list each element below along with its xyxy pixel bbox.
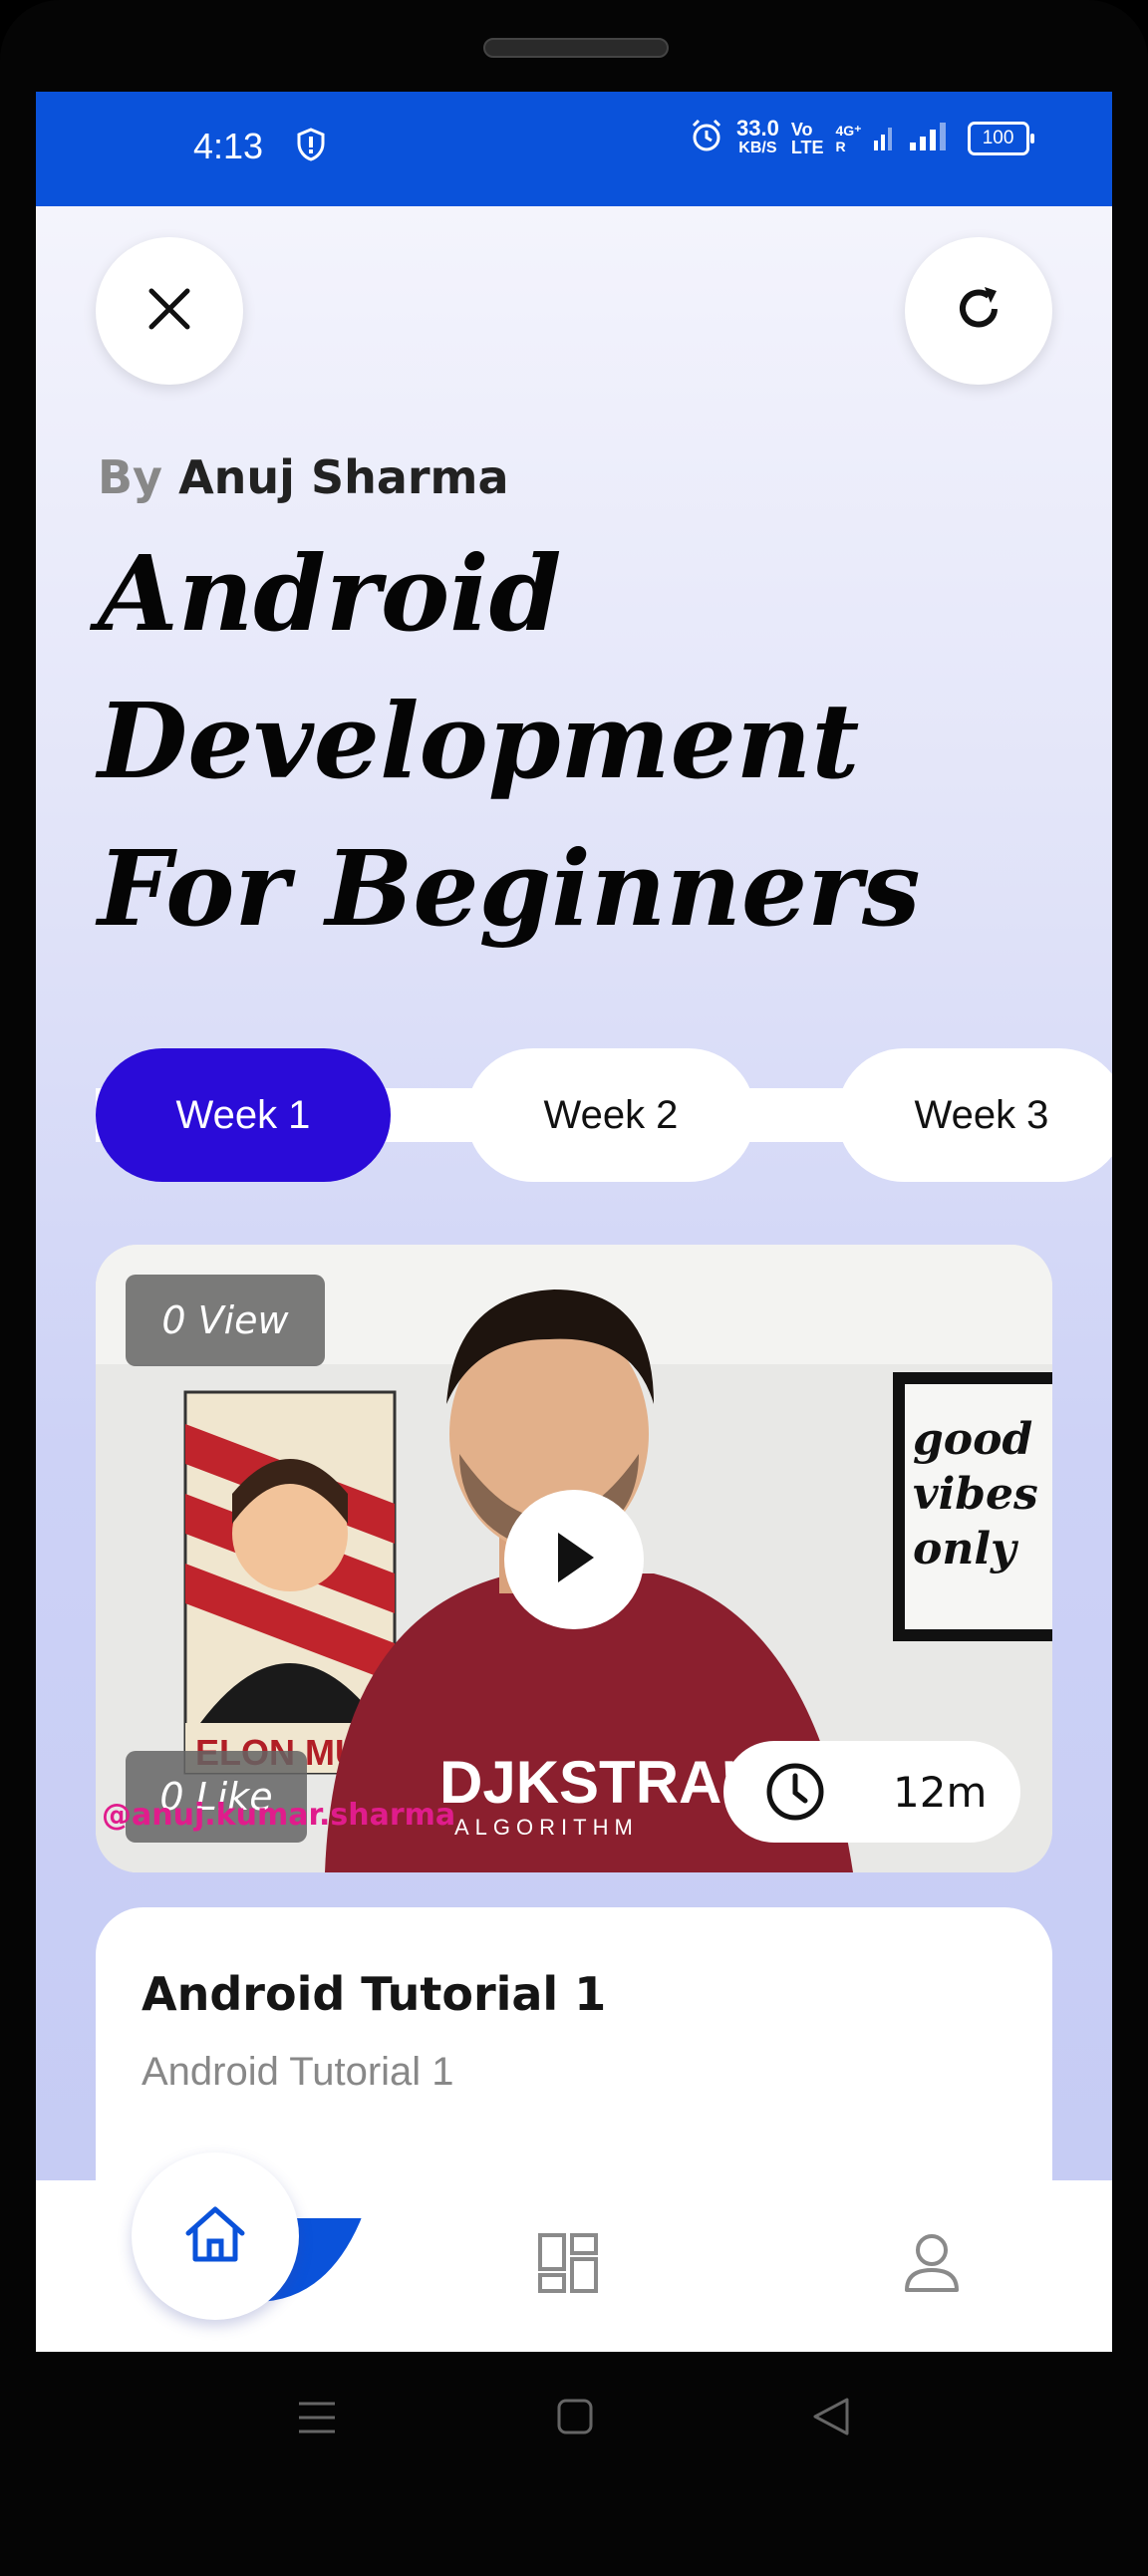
back-icon[interactable] (811, 2396, 851, 2441)
play-icon (548, 1529, 600, 1590)
home-square-icon[interactable] (556, 2398, 594, 2439)
network-speed-unit: KB/S (738, 139, 777, 156)
network-speed-value: 33.0 (736, 115, 779, 141)
duration-text: 12m (893, 1767, 988, 1817)
network-type-bottom: R (835, 138, 846, 154)
tab-week-1[interactable]: Week 1 (96, 1048, 391, 1182)
network-speed: 33.0 KB/S (736, 115, 779, 158)
course-title: Android Development For Beginners (98, 532, 921, 950)
nav-home-button[interactable] (132, 2152, 299, 2320)
video-player[interactable]: ELON MUSK good vibes only DJKST (96, 1245, 1052, 1872)
tab-label: Week 2 (543, 1092, 679, 1137)
phone-frame: 4:13 33.0 KB/S Vo LTE 4G⁺ R 100 By Anuj … (0, 0, 1148, 2576)
battery-indicator: 100 (967, 121, 1034, 155)
video-watermark: @anuj.kumar.sharma (102, 1798, 456, 1833)
home-icon (182, 2203, 248, 2269)
sign-line-1: good (913, 1414, 1032, 1465)
nav-dashboard-button[interactable] (537, 2232, 599, 2298)
volte-bottom: LTE (790, 137, 824, 157)
refresh-button[interactable] (905, 237, 1052, 385)
course-author: By Anuj Sharma (98, 450, 509, 504)
author-name: Anuj Sharma (178, 450, 509, 504)
tab-week-2[interactable]: Week 2 (466, 1048, 755, 1182)
close-button[interactable] (96, 237, 243, 385)
status-indicators: 33.0 KB/S Vo LTE 4G⁺ R 100 (689, 115, 1034, 158)
views-badge: 0 View (126, 1275, 325, 1366)
signal-bars-icon (873, 121, 896, 155)
bottom-navigation (36, 2152, 1112, 2352)
volte-top: Vo (790, 119, 813, 140)
tab-week-3[interactable]: Week 3 (837, 1048, 1112, 1182)
tab-label: Week 3 (914, 1092, 1049, 1137)
profile-icon (903, 2234, 961, 2298)
network-type-top: 4G⁺ (835, 122, 862, 139)
shield-icon (297, 128, 325, 165)
signal-strength-icon (908, 121, 950, 155)
status-time: 4:13 (193, 126, 264, 166)
app-screen: 4:13 33.0 KB/S Vo LTE 4G⁺ R 100 By Anuj … (36, 92, 1112, 2352)
shirt-subtext: ALGORITHM (454, 1815, 639, 1840)
clock-icon (765, 1762, 825, 1822)
menu-icon[interactable] (297, 2398, 337, 2441)
week-tabs: Week 1 Week 2 Week 3 (36, 1048, 1112, 1182)
sign-line-3: only (913, 1524, 1019, 1574)
dashboard-icon (537, 2233, 599, 2298)
lesson-subtitle: Android Tutorial 1 (142, 2050, 454, 2094)
volte-indicator: Vo LTE (791, 121, 824, 156)
tab-label: Week 1 (175, 1092, 311, 1137)
network-type: 4G⁺ R (836, 123, 862, 154)
duration-chip: 12m (723, 1741, 1020, 1843)
system-navigation-bar (0, 2352, 1148, 2576)
lesson-title: Android Tutorial 1 (142, 1967, 607, 2021)
refresh-icon (951, 281, 1006, 341)
nav-profile-button[interactable] (903, 2232, 961, 2298)
phone-speaker (483, 38, 669, 58)
status-bar: 4:13 33.0 KB/S Vo LTE 4G⁺ R 100 (36, 92, 1112, 206)
wall-sign: good vibes only (893, 1372, 1052, 1641)
sign-line-2: vibes (913, 1469, 1038, 1520)
close-icon (145, 285, 193, 337)
author-prefix: By (98, 450, 163, 504)
alarm-icon (689, 118, 724, 158)
play-button[interactable] (504, 1490, 644, 1629)
